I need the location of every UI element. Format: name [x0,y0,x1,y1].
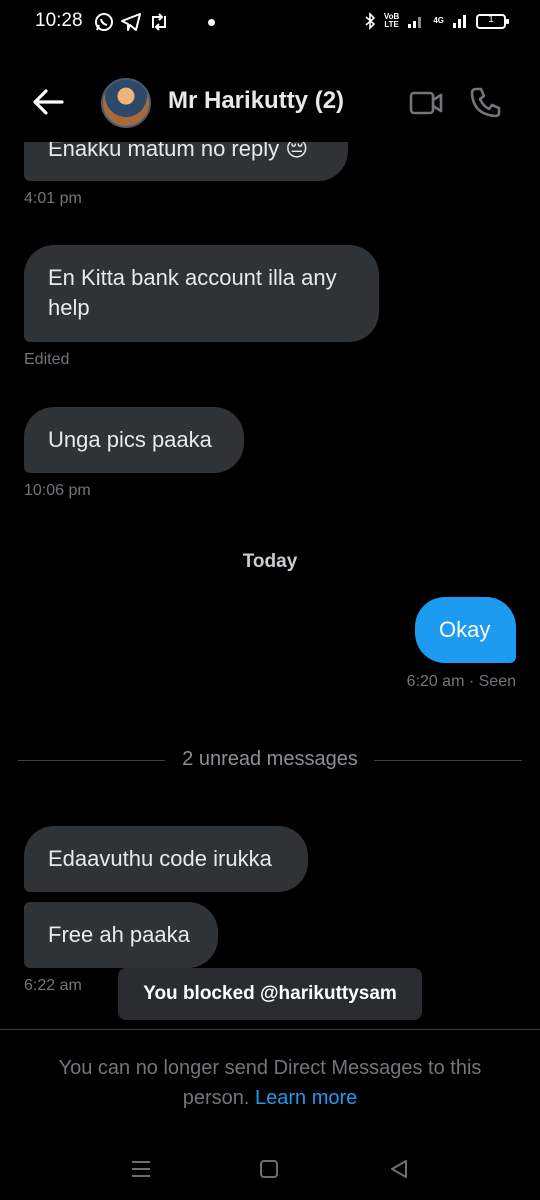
day-separator: Today [242,551,298,572]
notification-dot [208,19,215,26]
triangle-back-icon [391,1160,407,1178]
message-text: Edaavuthu code irukka [48,846,272,871]
video-call-button[interactable] [408,88,444,118]
phone-icon [470,87,501,118]
learn-more-link[interactable]: Learn more [255,1087,357,1109]
footer-divider [0,1029,540,1030]
system-icons: VoB LTE 4G 1 [364,12,509,30]
status-time: 10:28 [35,10,83,31]
conversation-title[interactable]: Mr Harikutty (2) [168,87,344,115]
menu-icon [132,1161,150,1177]
signal-icon-2 [453,15,466,28]
conversation-header: Mr Harikutty (2) [0,70,540,134]
telegram-icon [121,13,141,31]
signal-4g-label: 4G [433,16,444,25]
blocked-toast: You blocked @harikuttysam [118,968,422,1020]
notification-icons [94,12,170,32]
system-navigation-bar [0,1140,540,1200]
square-icon [260,1160,278,1178]
message-text: Okay [439,617,491,642]
message-timestamp: 4:01 pm [24,190,82,207]
signal-icon [408,17,422,28]
home-button[interactable] [254,1156,284,1182]
back-button[interactable] [30,86,66,118]
message-bubble[interactable]: Unga pics paaka [24,407,244,473]
voice-call-button[interactable] [468,84,504,120]
message-text: En Kitta bank account illa any help [48,265,337,320]
outgoing-message-bubble[interactable]: Okay [415,597,516,663]
message-text: Unga pics paaka [48,427,212,452]
arrow-left-icon [33,89,64,115]
volte-icon: VoB LTE [383,12,400,29]
seen-status: 6:20 am · Seen [406,673,516,690]
edited-label: Edited [24,351,70,368]
unread-separator: 2 unread messages [18,746,522,776]
unread-line-right [374,760,522,761]
whatsapp-icon [95,13,113,31]
message-timestamp: 10:06 pm [24,482,91,499]
message-bubble[interactable]: Free ah paaka [24,902,218,968]
message-bubble[interactable]: En Kitta bank account illa any help [24,245,379,342]
status-bar: 10:28 VoB LTE 4G 1 [0,0,540,46]
battery-icon: 1 [476,13,509,29]
recent-apps-button[interactable] [126,1156,156,1182]
avatar[interactable] [101,78,151,128]
message-bubble[interactable]: Edaavuthu code irukka [24,826,308,892]
retweet-icon [152,13,166,31]
bluetooth-icon [365,12,376,30]
message-timestamp: 6:22 am [24,977,82,994]
back-nav-button[interactable] [384,1156,414,1182]
video-camera-icon [409,91,443,115]
blocked-notice: You can no longer send Direct Messages t… [30,1053,510,1113]
message-text: Free ah paaka [48,922,190,947]
